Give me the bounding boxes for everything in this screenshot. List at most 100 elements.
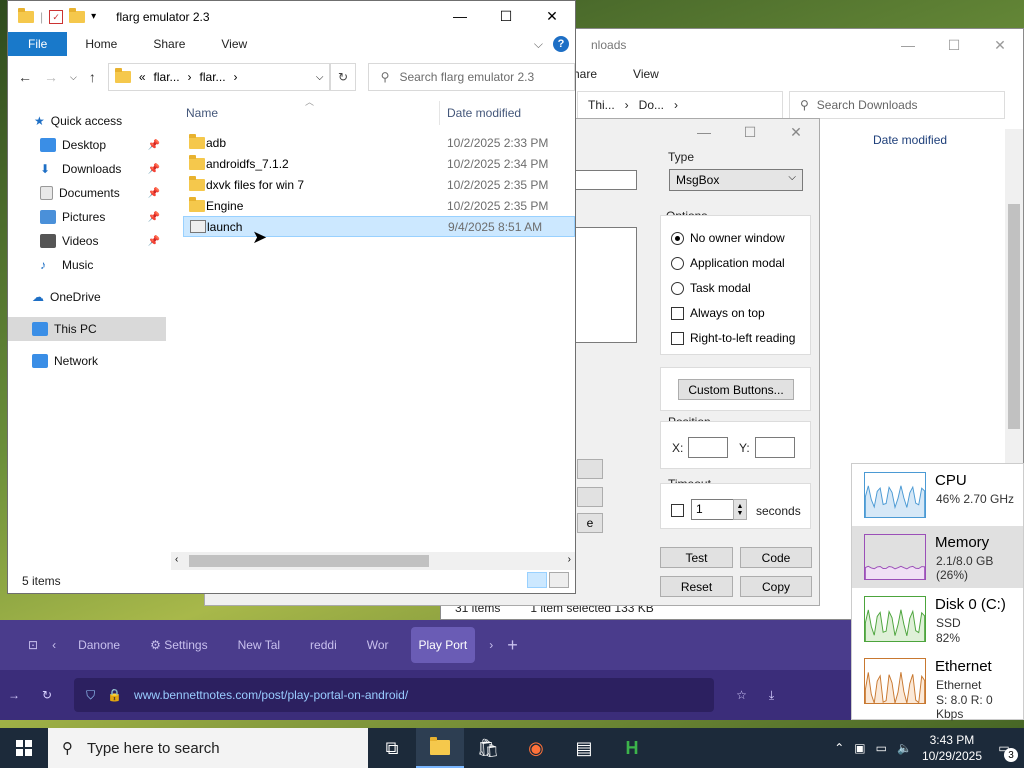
- browser-tab-settings[interactable]: ⚙ Settings: [142, 627, 215, 663]
- dialog-button[interactable]: [577, 459, 603, 479]
- scrollbar-thumb[interactable]: [189, 555, 429, 567]
- browser-tab[interactable]: New Tal: [230, 627, 288, 663]
- chevron-right-icon[interactable]: ›: [568, 554, 571, 565]
- reset-button[interactable]: Reset: [660, 576, 733, 597]
- maximize-button[interactable]: ☐: [483, 1, 529, 31]
- custom-buttons-button[interactable]: Custom Buttons...: [678, 379, 794, 400]
- explorer-window[interactable]: | ✓ ▾ flarg emulator 2.3 — ☐ ✕ File Home…: [7, 0, 576, 594]
- details-view-icon[interactable]: [527, 572, 547, 588]
- nav-onedrive[interactable]: ☁ OneDrive: [8, 285, 166, 309]
- forward-arrow-icon[interactable]: →: [8, 688, 20, 702]
- taskbar-search-input[interactable]: ⚲ Type here to search: [48, 728, 368, 768]
- dialog-button[interactable]: [577, 487, 603, 507]
- start-button[interactable]: [0, 728, 48, 768]
- pin-icon[interactable]: 📌: [148, 188, 160, 199]
- column-date-modified[interactable]: Date modified: [447, 106, 521, 120]
- reload-icon[interactable]: ↻: [42, 688, 52, 702]
- clock[interactable]: 3:43 PM 10/29/2025: [922, 732, 982, 764]
- url-bar[interactable]: ⛉ 🔒 www.bennettnotes.com/post/play-porta…: [74, 678, 715, 712]
- timeout-input[interactable]: 1: [691, 499, 735, 520]
- timeout-spinner[interactable]: ▲ ▼: [733, 499, 747, 520]
- device-icon[interactable]: ▣: [854, 741, 865, 755]
- tab-overview-icon[interactable]: ⊡: [28, 638, 38, 652]
- new-folder-icon[interactable]: [69, 7, 86, 23]
- nav-desktop[interactable]: Desktop 📌: [8, 133, 166, 157]
- perf-memory[interactable]: Memory 2.1/8.0 GB (26%): [852, 526, 1023, 588]
- tab-home[interactable]: Home: [67, 32, 135, 56]
- recent-locations-icon[interactable]: ⌵: [70, 72, 77, 83]
- browser-tab[interactable]: Wor: [359, 627, 397, 663]
- breadcrumb-segment[interactable]: flar...: [154, 70, 180, 84]
- pin-icon[interactable]: 📌: [148, 140, 160, 151]
- forward-arrow-icon[interactable]: →: [44, 69, 58, 85]
- nav-downloads[interactable]: ⬇ Downloads 📌: [8, 157, 166, 181]
- file-explorer-icon[interactable]: [416, 728, 464, 768]
- network-icon[interactable]: ▭: [876, 741, 887, 755]
- tab-view[interactable]: View: [203, 32, 265, 56]
- volume-muted-icon[interactable]: 🔈: [897, 741, 912, 755]
- chevron-down-icon[interactable]: ⌵: [316, 72, 324, 83]
- nav-this-pc[interactable]: This PC: [8, 317, 166, 341]
- browser-tab[interactable]: Danone: [70, 627, 128, 663]
- y-input[interactable]: [755, 437, 795, 458]
- list-item[interactable]: Engine 10/2/2025 2:35 PM: [183, 195, 575, 216]
- breadcrumb-overflow[interactable]: «: [139, 70, 146, 84]
- column-separator[interactable]: [439, 101, 440, 125]
- radio-application-modal[interactable]: Application modal: [671, 256, 785, 270]
- radio-no-owner-window[interactable]: No owner window: [671, 231, 785, 245]
- new-tab-icon[interactable]: +: [507, 635, 518, 656]
- dialog-button[interactable]: e: [577, 513, 603, 533]
- type-select[interactable]: MsgBox ⌵: [669, 169, 803, 191]
- download-icon[interactable]: ⤓: [769, 688, 774, 703]
- browser-window[interactable]: ⊡ ‹ Danone ⚙ Settings New Tal reddi Wor …: [0, 620, 852, 720]
- task-manager-performance[interactable]: CPU 46% 2.70 GHz Memory 2.1/8.0 GB (26%)…: [851, 463, 1024, 721]
- back-arrow-icon[interactable]: ←: [18, 69, 32, 85]
- tab-file[interactable]: File: [8, 32, 68, 56]
- chevron-left-icon[interactable]: ‹: [52, 638, 56, 652]
- chevron-down-icon[interactable]: ▾: [91, 11, 96, 22]
- address-bar[interactable]: Thi... › Do... ›: [577, 91, 783, 119]
- maximize-button[interactable]: ☐: [931, 29, 977, 61]
- perf-ethernet[interactable]: Ethernet Ethernet S: 8.0 R: 0 Kbps: [852, 650, 1023, 721]
- tab-share[interactable]: hare: [573, 67, 597, 81]
- notification-icon[interactable]: ▭ 3: [992, 736, 1018, 762]
- vertical-scrollbar[interactable]: [1005, 129, 1023, 509]
- list-item-selected[interactable]: launch 9/4/2025 8:51 AM: [183, 216, 575, 237]
- close-button[interactable]: ✕: [977, 29, 1023, 61]
- browser-tab[interactable]: reddi: [302, 627, 345, 663]
- breadcrumb-segment[interactable]: flar...: [200, 70, 226, 84]
- pin-icon[interactable]: 📌: [148, 164, 160, 175]
- chevron-left-icon[interactable]: ‹: [175, 554, 178, 565]
- minimize-button[interactable]: —: [437, 1, 483, 31]
- checkbox-always-on-top[interactable]: Always on top: [671, 306, 765, 320]
- minimize-button[interactable]: —: [681, 119, 727, 145]
- nav-music[interactable]: ♪ Music: [8, 253, 166, 277]
- pin-icon[interactable]: 📌: [148, 236, 160, 247]
- breadcrumb-this-pc[interactable]: Thi...: [588, 98, 615, 112]
- pin-icon[interactable]: 📌: [148, 212, 160, 223]
- x-input[interactable]: [688, 437, 728, 458]
- minimize-button[interactable]: —: [885, 29, 931, 61]
- store-icon[interactable]: 🛍: [464, 728, 512, 768]
- checkbox-right-to-left[interactable]: Right-to-left reading: [671, 331, 795, 345]
- expand-ribbon-icon[interactable]: ⌵: [534, 37, 543, 52]
- tab-share[interactable]: Share: [135, 32, 203, 56]
- title-input[interactable]: [573, 170, 637, 190]
- radio-task-modal[interactable]: Task modal: [671, 281, 751, 295]
- horizontal-scrollbar[interactable]: ‹ ›: [171, 552, 575, 570]
- task-view-icon[interactable]: ⧉: [368, 728, 416, 768]
- close-button[interactable]: ✕: [529, 1, 575, 31]
- perf-cpu[interactable]: CPU 46% 2.70 GHz: [852, 464, 1023, 526]
- properties-icon[interactable]: ✓: [49, 9, 64, 24]
- firefox-icon[interactable]: ◉: [512, 728, 560, 768]
- list-item[interactable]: adb 10/2/2025 2:33 PM: [183, 132, 575, 153]
- column-date-modified[interactable]: Date modified: [873, 133, 947, 147]
- timeout-checkbox[interactable]: [671, 504, 684, 517]
- nav-network[interactable]: Network: [8, 349, 166, 373]
- h-app-icon[interactable]: H: [608, 728, 656, 768]
- list-item[interactable]: dxvk files for win 7 10/2/2025 2:35 PM: [183, 174, 575, 195]
- app-icon[interactable]: ▤: [560, 728, 608, 768]
- nav-quick-access[interactable]: ★ Quick access: [8, 109, 166, 133]
- up-arrow-icon[interactable]: ↑: [89, 69, 96, 85]
- bookmark-star-icon[interactable]: ☆: [736, 688, 747, 702]
